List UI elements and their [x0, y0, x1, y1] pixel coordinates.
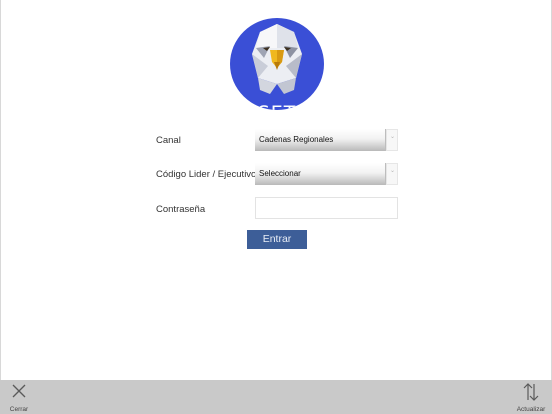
canal-select-toggle[interactable]: ⌄ — [386, 129, 398, 151]
refresh-button[interactable]: Actualizar — [512, 380, 550, 414]
entrar-button[interactable]: Entrar — [247, 230, 307, 249]
sort-arrows-icon — [523, 383, 539, 401]
eagle-logo: SET — [230, 18, 324, 110]
refresh-label: Actualizar — [516, 406, 546, 413]
app-window: SET Canal Cadenas Regionales ⌄ Código Li… — [0, 0, 552, 380]
bottom-toolbar: Cerrar Actualizar — [0, 380, 552, 414]
codigo-label: Código Lider / Ejecutivo — [156, 169, 257, 180]
close-button[interactable]: Cerrar — [4, 380, 34, 414]
close-label: Cerrar — [9, 406, 29, 413]
canal-label: Canal — [156, 135, 181, 146]
close-icon — [12, 384, 26, 398]
canal-select[interactable]: Cadenas Regionales — [255, 129, 386, 151]
codigo-select[interactable]: Seleccionar — [255, 163, 386, 185]
chevron-icon: ⌄ — [390, 134, 396, 140]
chevron-icon: ⌄ — [390, 168, 396, 174]
password-label: Contraseña — [156, 204, 206, 215]
password-input[interactable] — [255, 197, 398, 219]
eagle-icon — [252, 24, 302, 94]
logo-text: SET — [230, 102, 324, 110]
codigo-select-toggle[interactable]: ⌄ — [386, 163, 398, 185]
